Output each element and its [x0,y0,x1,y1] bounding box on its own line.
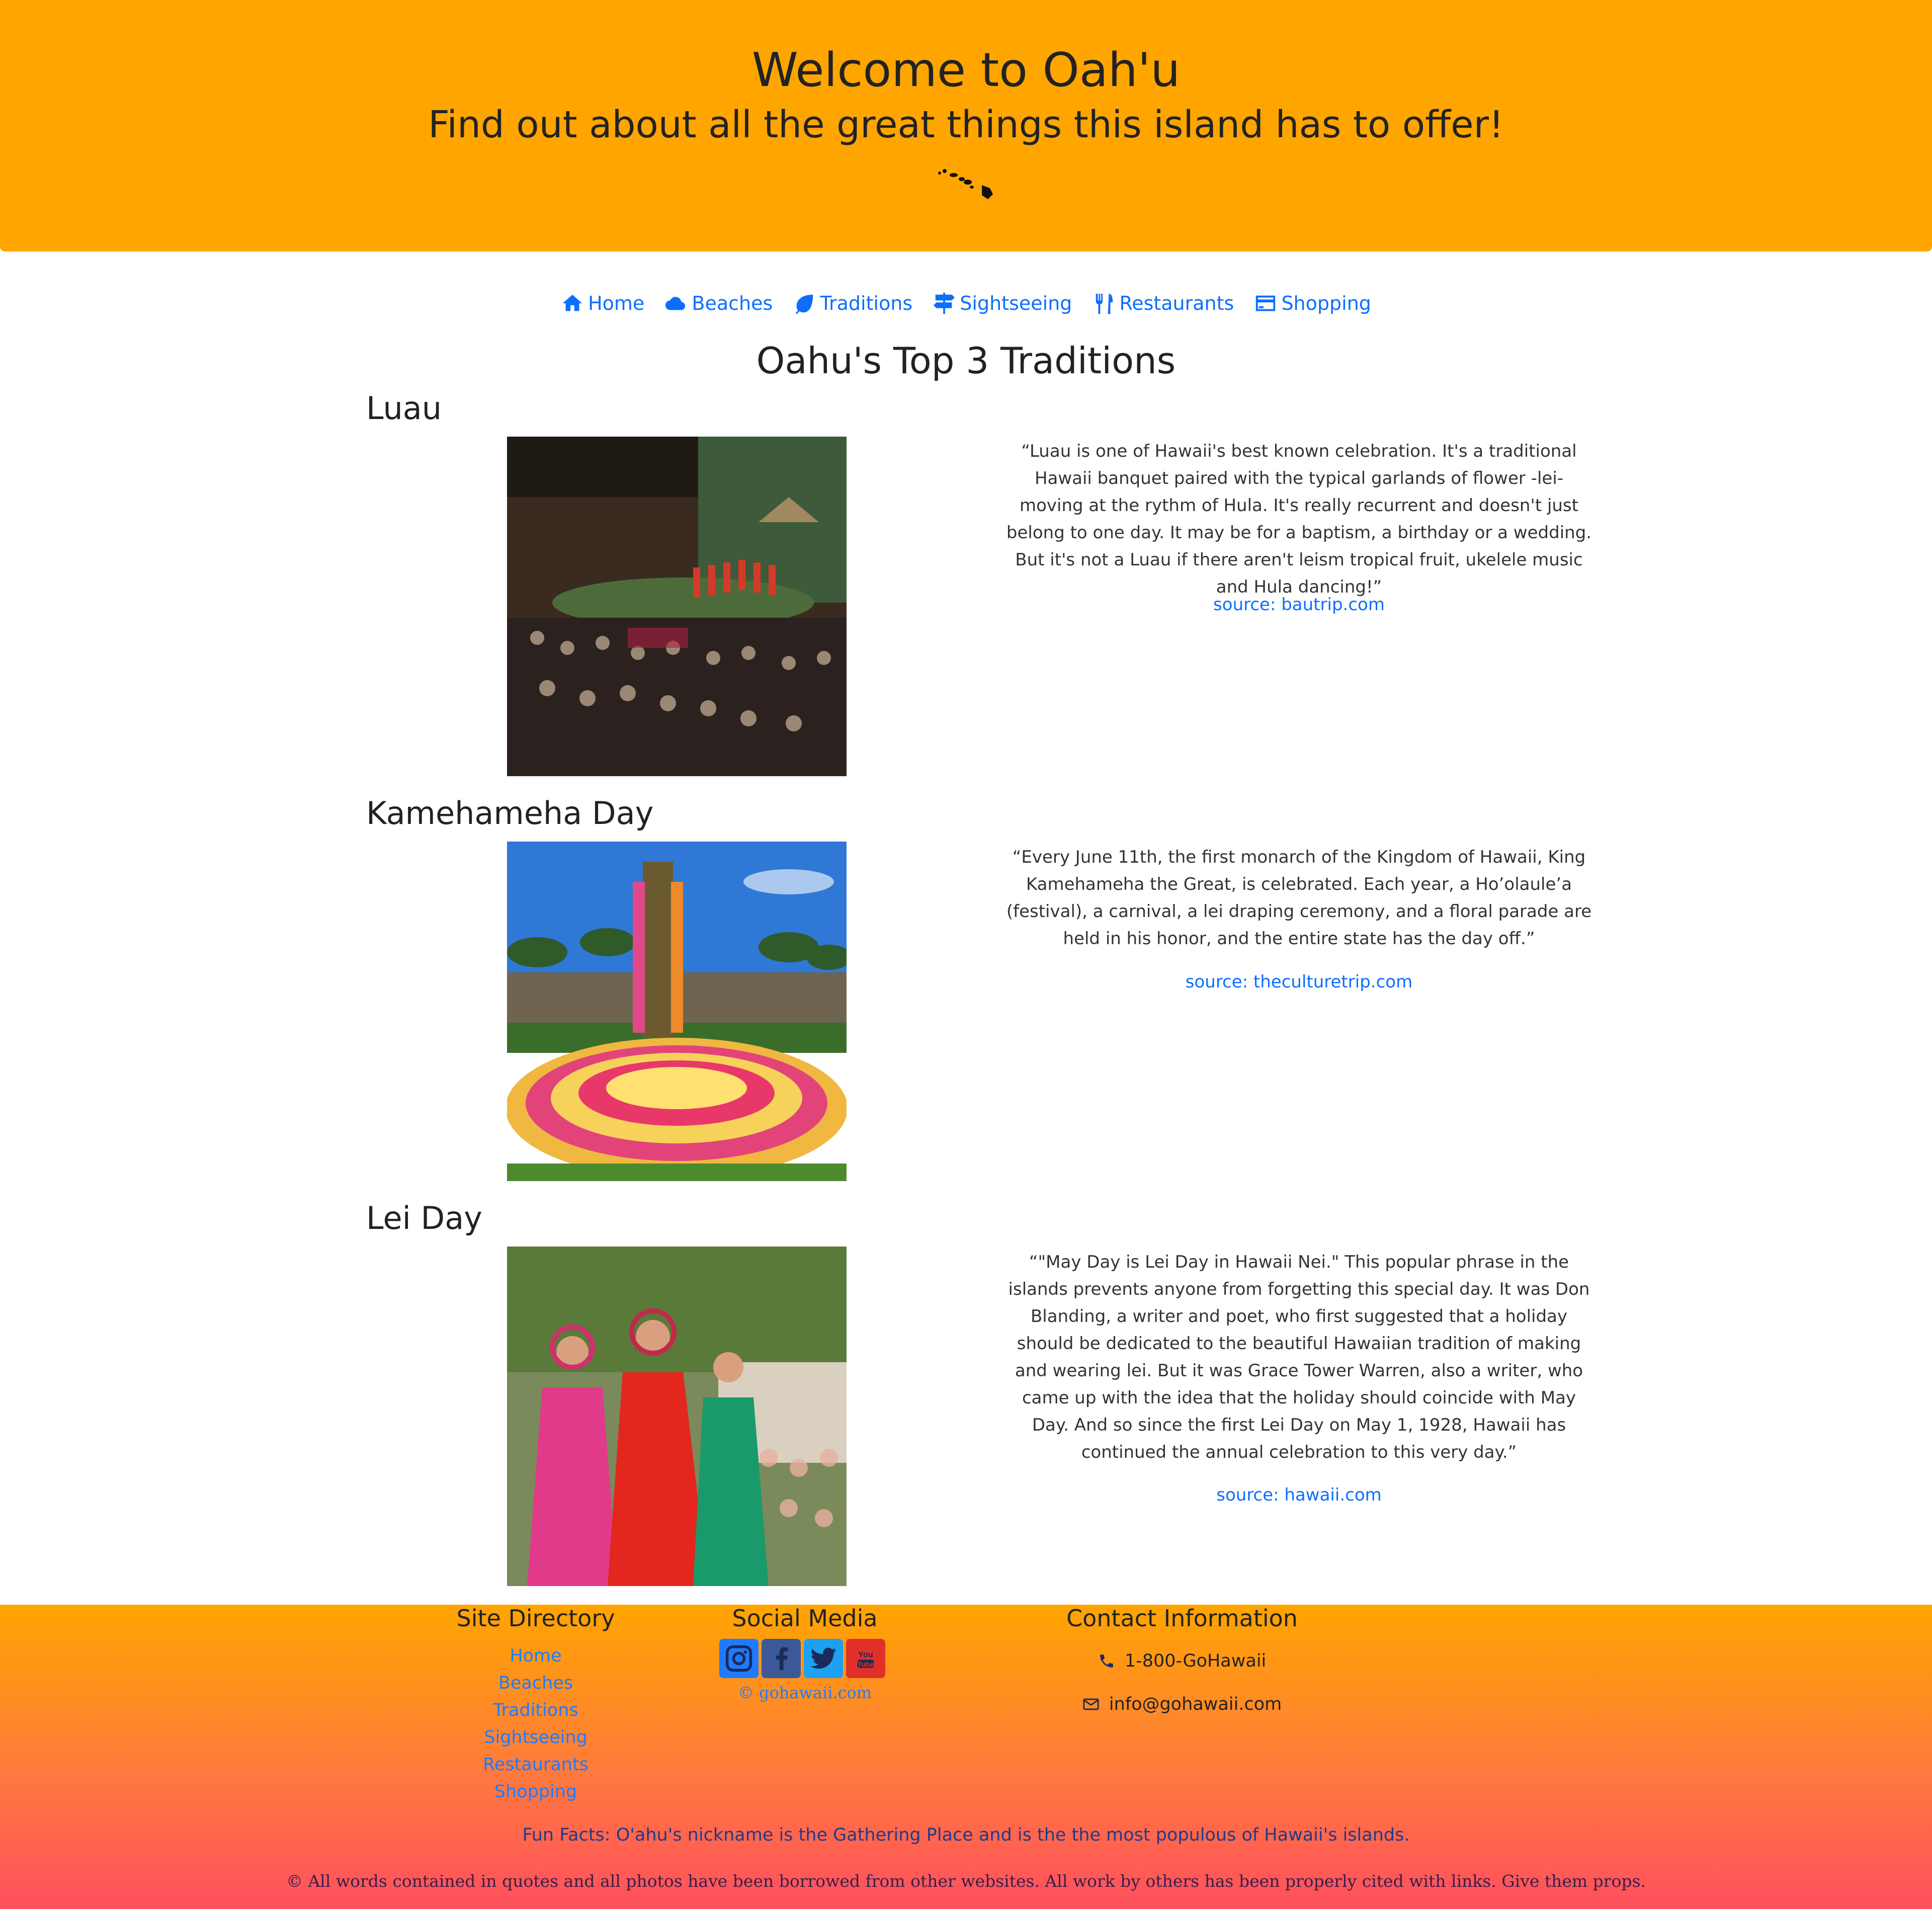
contact-title: Contact Information [1066,1605,1298,1632]
site-title: Welcome to Oah'u [751,43,1181,97]
instagram-icon [725,1645,752,1672]
nav-item-traditions[interactable]: Traditions [793,292,912,315]
page-footer [0,1605,1932,1909]
twitter-link[interactable] [804,1639,843,1678]
section-heading-lei-day: Lei Day [366,1200,482,1236]
section-heading-kamehameha-day: Kamehameha Day [366,795,654,832]
svg-text:Tube: Tube [858,1660,874,1668]
phone-icon [1100,1654,1113,1668]
social-media-title: Social Media [732,1605,878,1632]
section-heading-luau: Luau [366,390,442,427]
nav-item-label: Sightseeing [960,292,1072,314]
hawaiian-islands-icon [938,169,993,199]
nav-item-shopping[interactable]: Shopping [1254,292,1371,315]
site-subtitle: Find out about all the great things this… [428,103,1504,146]
nav-item-home[interactable]: Home [561,292,644,315]
social-copyright: © gohawaii.com [737,1683,872,1702]
lei-day-quote: “"May Day is Lei Day in Hawaii Nei." Thi… [1008,1252,1590,1462]
email-address: info@gohawaii.com [1109,1694,1282,1714]
nav-item-label: Traditions [820,292,913,314]
svg-text:You: You [858,1650,873,1659]
directory-link-restaurants[interactable]: Restaurants [443,1751,629,1778]
lei-day-source-link[interactable]: source: hawaii.com [1003,1485,1594,1505]
facebook-icon [776,1647,788,1671]
social-links: You Tube [719,1639,885,1678]
directory-link-sightseeing[interactable]: Sightseeing [443,1724,629,1751]
utensils-icon [1096,293,1113,314]
youtube-icon: YouTube [855,1648,876,1669]
directory-link-beaches[interactable]: Beaches [443,1670,629,1697]
lei-day-photo [507,1247,847,1586]
luau-quote: “Luau is one of Hawaii's best known cele… [1006,441,1592,597]
envelope-icon [1083,1698,1099,1710]
instagram-link[interactable] [719,1639,759,1678]
directory-link-traditions[interactable]: Traditions [443,1697,629,1724]
main-nav: Home Beaches Traditions Sightseeing Rest… [0,292,1932,319]
signpost-icon [934,292,955,314]
nav-item-label: Home [588,292,645,314]
nav-item-beaches[interactable]: Beaches [664,292,773,315]
site-directory-title: Site Directory [456,1605,615,1632]
nav-item-label: Shopping [1281,292,1371,314]
credit-card-icon [1256,295,1276,311]
page-title: Oahu's Top 3 Traditions [756,340,1176,382]
nav-item-label: Restaurants [1119,292,1234,314]
cloud-icon [665,297,686,310]
kamehameha-day-source-link[interactable]: source: theculturetrip.com [1003,972,1594,992]
twitter-icon [810,1647,836,1669]
facebook-link[interactable] [762,1639,801,1678]
contact-phone: 1-800-GoHawaii [1076,1651,1288,1671]
leaf-icon [796,294,813,314]
nav-item-label: Beaches [692,292,773,314]
fun-facts: Fun Facts: O'ahu's nickname is the Gathe… [522,1825,1410,1845]
directory-link-home[interactable]: Home [443,1642,629,1670]
directory-link-shopping[interactable]: Shopping [443,1778,629,1805]
luau-source-link[interactable]: source: bautrip.com [1003,595,1594,615]
youtube-link[interactable]: You Tube [846,1639,885,1678]
nav-item-restaurants[interactable]: Restaurants [1093,292,1234,315]
kamehameha-day-quote: “Every June 11th, the first monarch of t… [1006,847,1592,949]
nav-item-sightseeing[interactable]: Sightseeing [933,292,1072,315]
contact-email: info@gohawaii.com [1076,1694,1288,1714]
luau-photo [507,437,847,776]
site-directory: Home Beaches Traditions Sightseeing Rest… [443,1642,629,1805]
page-header: Welcome to Oah'u Find out about all the … [0,0,1932,252]
kamehameha-day-photo [507,842,847,1181]
credits-notice: © All words contained in quotes and all … [286,1871,1646,1891]
home-icon [562,294,582,311]
phone-number: 1-800-GoHawaii [1124,1651,1267,1671]
